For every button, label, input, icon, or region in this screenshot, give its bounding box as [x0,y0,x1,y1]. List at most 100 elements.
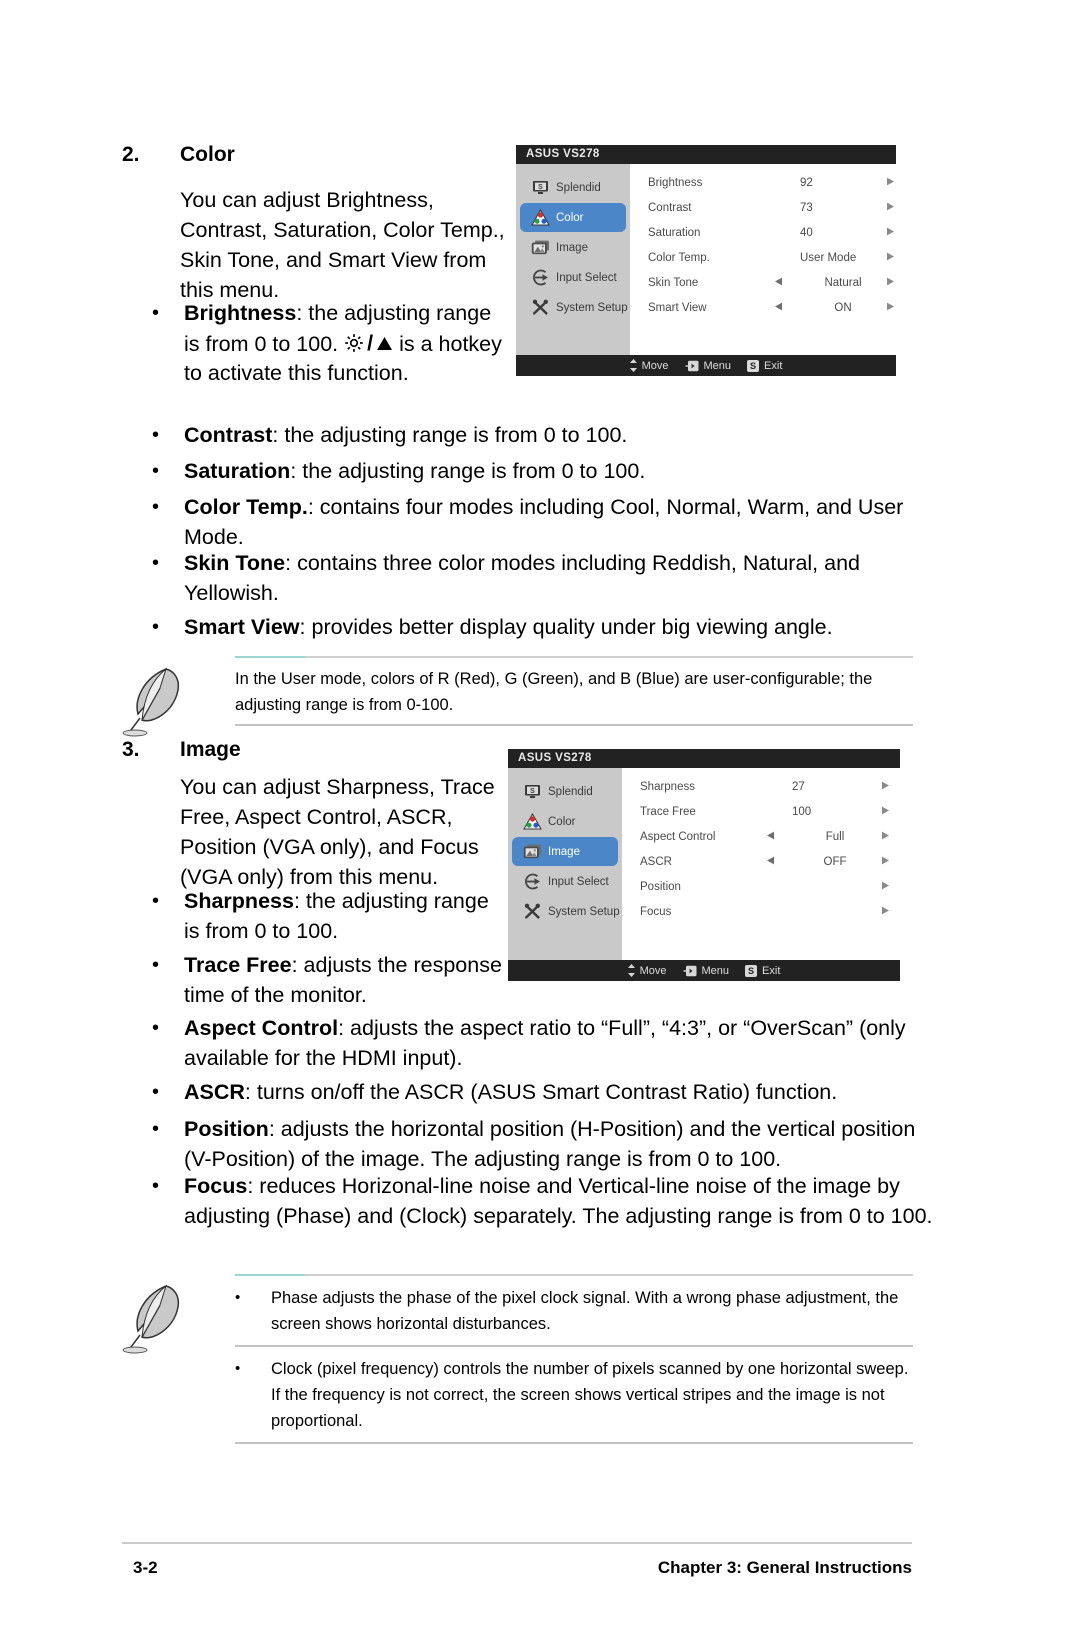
right-arrow-icon[interactable] [886,227,905,239]
osd-item-system-setup[interactable]: System Setup [520,293,628,322]
bullet-marker: • [152,552,160,574]
osd-image-menu[interactable]: ASUS VS278 S Splendid Color Image Input … [508,749,900,981]
bullet-text: reduces Horizonal-line noise and Vertica… [184,1174,933,1228]
left-arrow-icon[interactable] [756,277,800,289]
osd-row-label: Sharpness [640,781,695,793]
bullet-sep: : [307,495,320,519]
osd-color-menu[interactable]: ASUS VS278 S Splendid Color Image Input … [516,145,905,376]
osd-item-color[interactable]: Color [512,807,618,836]
osd-footer-move[interactable]: Move [629,359,669,372]
bullet-sep: : [272,423,285,447]
osd-item-input-select[interactable]: Input Select [520,263,626,292]
right-arrow-icon[interactable] [881,881,900,893]
right-arrow-icon[interactable] [886,202,905,214]
osd-row-color-temp[interactable]: Color Temp. User Mode [630,248,905,268]
osd-row-label: Smart View [648,302,707,314]
osd-footer-move[interactable]: Move [627,964,667,977]
osd-row-trace-free[interactable]: Trace Free 100 [622,802,900,822]
osd-item-input-select[interactable]: Input Select [512,867,618,896]
osd-body: S Splendid Color Image Input Select Syst… [516,164,905,355]
osd-row-label: Skin Tone [648,277,699,289]
osd-row-position[interactable]: Position [622,877,900,897]
osd-item-color[interactable]: Color [520,203,626,232]
note-feather-icon [122,1283,188,1360]
bullet-marker: • [152,496,160,518]
updown-arrows-icon [629,359,637,372]
bullet-marker: • [152,424,160,446]
color-triangle-rgb-icon [528,209,552,226]
right-arrow-icon[interactable] [881,806,900,818]
right-arrow-icon[interactable] [886,302,905,314]
bullet-sep: : [293,889,306,913]
splendid-key-icon: S [745,964,758,977]
osd-row-focus[interactable]: Focus [622,902,900,922]
menu-key-icon [683,965,696,976]
bullet-text: the adjusting range is from 0 to 100. [302,459,646,483]
osd-footer-label: Move [639,964,667,977]
bullet-term: Position [184,1117,269,1141]
osd-item-image[interactable]: Image [512,837,618,866]
bullet-term: Brightness [184,301,297,325]
right-arrow-icon[interactable] [886,252,905,264]
osd-footer-label: Move [641,359,669,372]
bullet-position: • Position: adjusts the horizontal posit… [152,1115,942,1174]
splendid-key-icon: S [747,359,760,372]
note-user-mode: In the User mode, colors of R (Red), G (… [235,656,913,726]
left-arrow-icon[interactable] [748,831,792,843]
osd-row-value: Full [825,831,845,843]
osd-footer-menu[interactable]: Menu [685,359,732,372]
osd-row-brightness[interactable]: Brightness 92 [630,173,905,193]
osd-row-ascr[interactable]: ASCR OFF [622,852,900,872]
note-bottom-rule [235,724,913,726]
osd-footer-exit[interactable]: S Exit [747,359,782,372]
osd-settings-list: Sharpness 27 Trace Free 100 Aspect Contr… [622,768,900,960]
bullet-aspect-control: • Aspect Control: adjusts the aspect rat… [152,1014,942,1073]
bullet-ascr: • ASCR: turns on/off the ASCR (ASUS Smar… [152,1078,942,1108]
bullet-term: Saturation [184,459,291,483]
bullet-text: turns on/off the ASCR (ASUS Smart Contra… [256,1080,838,1104]
section-3-intro: You can adjust Sharpness, Trace Free, As… [180,775,495,889]
osd-row-sharpness[interactable]: Sharpness 27 [622,777,900,797]
bullet-term: Smart View [184,615,300,639]
note-text: In the User mode, colors of R (Red), G (… [235,670,873,714]
left-arrow-icon[interactable] [756,302,800,314]
osd-row-saturation[interactable]: Saturation 40 [630,223,905,243]
osd-footer-label: Menu [703,359,732,372]
osd-row-smart-view[interactable]: Smart View ON [630,298,905,318]
osd-item-system-setup[interactable]: System Setup [512,897,620,926]
svg-text:S: S [530,788,535,795]
osd-footer-menu[interactable]: Menu [683,965,729,977]
right-arrow-icon[interactable] [886,177,905,189]
splendid-monitor-icon: S [520,784,544,799]
osd-sidebar: S Splendid Color Image Input Select Syst… [508,768,622,960]
osd-row-skin-tone[interactable]: Skin Tone Natural [630,273,905,293]
osd-item-label: System Setup [556,301,628,314]
bullet-term: Focus [184,1174,248,1198]
note-feather-icon [122,666,188,743]
bullet-term: Aspect Control [184,1016,339,1040]
osd-item-splendid[interactable]: S Splendid [512,777,618,806]
osd-row-contrast[interactable]: Contrast 73 [630,198,905,218]
osd-row-value: 92 [800,177,813,189]
right-arrow-icon[interactable] [886,277,905,289]
right-arrow-icon[interactable] [881,781,900,793]
right-arrow-icon[interactable] [881,906,900,918]
osd-item-image[interactable]: Image [520,233,626,262]
bullet-marker: • [152,1017,160,1039]
osd-footer-exit[interactable]: S Exit [745,964,781,977]
osd-title-bar: ASUS VS278 [516,145,896,164]
osd-item-splendid[interactable]: S Splendid [520,173,626,202]
bullet-sep: : [247,1174,260,1198]
left-arrow-icon[interactable] [748,856,792,868]
bullet-marker: • [235,1289,241,1306]
right-arrow-icon[interactable] [881,856,900,868]
right-arrow-icon[interactable] [881,831,900,843]
bullet-term: Skin Tone [184,551,286,575]
input-select-arrow-icon [528,269,552,286]
osd-item-label: Splendid [548,785,593,798]
osd-row-aspect-control[interactable]: Aspect Control Full [622,827,900,847]
section-2-number: 2. [122,143,140,166]
manual-page: 2. Color You can adjust Brightness, Cont… [0,0,1080,1627]
bullet-sep: : [338,1016,351,1040]
osd-footer-label: Exit [762,964,781,977]
